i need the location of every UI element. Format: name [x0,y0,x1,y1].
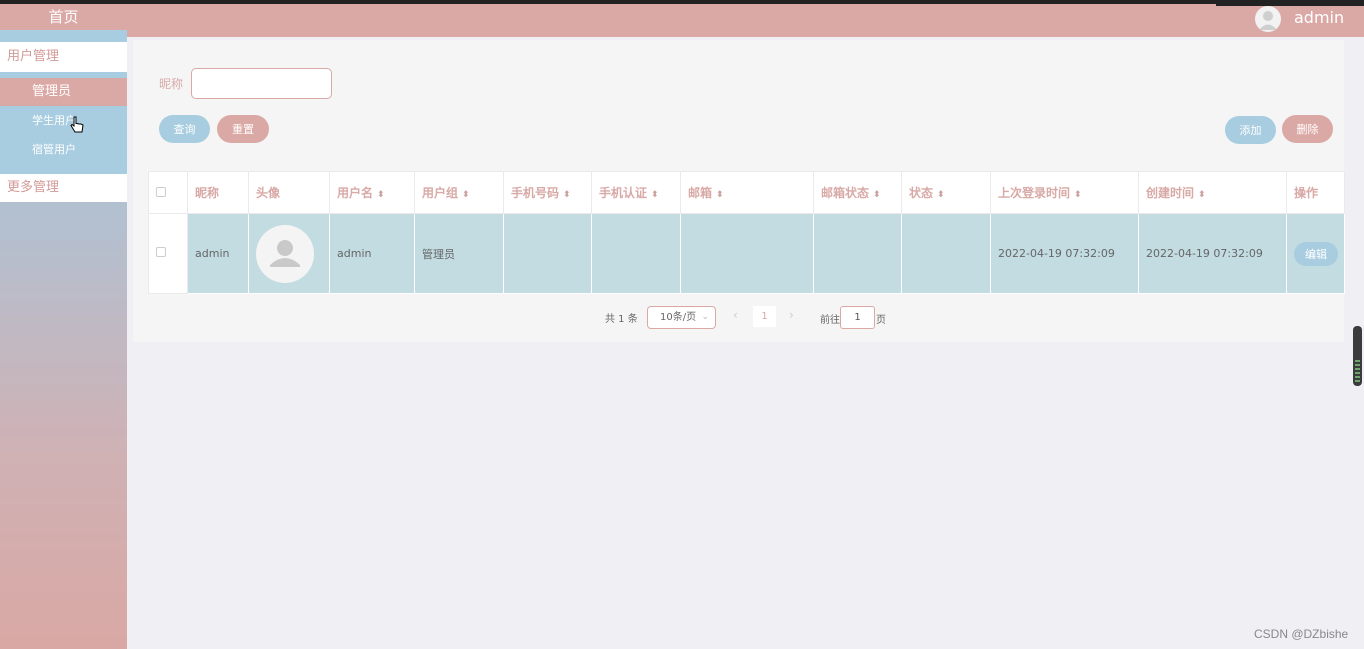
sidebar-item-student-users[interactable]: 学生用户 [0,106,127,135]
sidebar-item-dorm-users[interactable]: 宿管用户 [0,135,127,164]
row-checkbox[interactable] [156,247,166,257]
page-size-value: 10条/页 [660,312,697,323]
chevron-down-icon: ⌄ [701,312,709,322]
column-header-nickname: 昵称 [187,171,249,214]
column-header-username[interactable]: 用户名 ⬍ [329,171,415,214]
sort-icon[interactable]: ⬍ [563,190,571,200]
pagination-total: 共 1 条 [605,314,638,325]
sort-icon[interactable]: ⬍ [937,190,945,200]
sidebar-home[interactable]: 首页 [0,4,127,30]
header-edge [1216,4,1364,6]
sort-icon[interactable]: ⬍ [1198,190,1206,200]
cell-last-login: 2022-04-19 07:32:09 [990,213,1139,294]
column-header-group[interactable]: 用户组 ⬍ [414,171,504,214]
nickname-search-input[interactable] [191,68,332,99]
cell-email [680,213,814,294]
sidebar-divider [0,30,127,42]
cell-email-status [813,213,902,294]
scrollbar-grip[interactable] [1355,358,1360,382]
table-header-row: 昵称 头像 用户名 ⬍ 用户组 ⬍ 手机号码 ⬍ 手机认证 ⬍ 邮箱 ⬍ 邮箱状态 ⬍ 状态… [148,171,1345,214]
current-page-number[interactable]: 1 [753,306,776,327]
hand-cursor-icon [70,116,84,133]
edit-button[interactable]: 编辑 [1294,241,1338,266]
select-all-cell[interactable] [148,171,188,214]
add-button[interactable]: 添加 [1225,116,1276,144]
table-row: admin admin 管理员 2022-04-19 07:32:09 2022… [148,213,1345,294]
cell-phone-verified [591,213,681,294]
cell-created: 2022-04-19 07:32:09 [1138,213,1287,294]
sort-icon[interactable]: ⬍ [377,190,385,200]
prev-page-icon[interactable]: ‹ [733,308,738,322]
user-table: 昵称 头像 用户名 ⬍ 用户组 ⬍ 手机号码 ⬍ 手机认证 ⬍ 邮箱 ⬍ 邮箱状态 ⬍ 状态… [148,171,1345,294]
cell-phone [503,213,592,294]
user-silhouette-icon [1259,11,1277,30]
column-header-created[interactable]: 创建时间 ⬍ [1138,171,1287,214]
goto-label: 前往 [820,315,840,326]
column-header-phone-verified[interactable]: 手机认证 ⬍ [591,171,681,214]
cell-group: 管理员 [414,213,504,294]
sidebar-item-admin[interactable]: 管理员 [0,78,127,106]
user-avatar-image [256,224,314,283]
cell-status [901,213,991,294]
cell-username: admin [329,213,415,294]
column-header-email[interactable]: 邮箱 ⬍ [680,171,814,214]
cell-avatar [248,213,330,294]
column-header-actions: 操作 [1286,171,1345,214]
watermark: CSDN @DZbishe [1254,627,1349,641]
top-header: admin [127,4,1364,37]
page-size-select[interactable]: 10条/页 ⌄ [647,306,716,329]
cell-actions: 编辑 [1286,213,1345,294]
sidebar-group-more-management[interactable]: 更多管理 [0,174,127,202]
user-silhouette-icon [270,239,300,267]
nickname-label: 昵称 [159,77,184,91]
main-panel: 昵称 查询 重置 添加 删除 昵称 头像 用户名 ⬍ 用户组 ⬍ 手机号码 ⬍ 手机认… [133,40,1345,342]
goto-page-input[interactable] [840,306,875,329]
select-all-checkbox[interactable] [156,186,166,197]
row-select-cell[interactable] [148,213,188,294]
sort-icon[interactable]: ⬍ [1074,190,1082,200]
sort-icon[interactable]: ⬍ [716,190,724,200]
column-header-avatar: 头像 [248,171,330,214]
header-username[interactable]: admin [1294,8,1344,27]
column-header-last-login[interactable]: 上次登录时间 ⬍ [990,171,1139,214]
sidebar-submenu: 管理员 学生用户 宿管用户 [0,78,127,174]
query-button[interactable]: 查询 [159,115,210,143]
reset-button[interactable]: 重置 [217,115,269,143]
sort-icon[interactable]: ⬍ [651,190,659,200]
sidebar: 首页 用户管理 管理员 学生用户 宿管用户 更多管理 [0,4,127,649]
column-header-email-status[interactable]: 邮箱状态 ⬍ [813,171,902,214]
page-suffix-label: 页 [876,315,886,326]
column-header-phone[interactable]: 手机号码 ⬍ [503,171,592,214]
delete-button[interactable]: 删除 [1282,115,1333,143]
column-header-status[interactable]: 状态 ⬍ [901,171,991,214]
sidebar-group-user-management[interactable]: 用户管理 [0,42,127,72]
cell-nickname: admin [187,213,249,294]
next-page-icon[interactable]: › [789,308,794,322]
sort-icon[interactable]: ⬍ [462,190,470,200]
user-avatar[interactable] [1255,6,1281,32]
sort-icon[interactable]: ⬍ [873,190,881,200]
scrollbar[interactable] [1353,326,1362,386]
